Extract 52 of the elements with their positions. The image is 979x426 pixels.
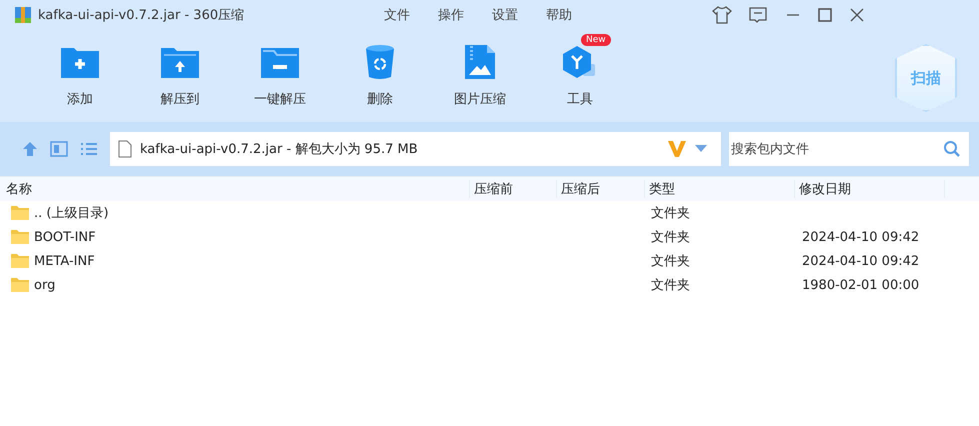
column-header[interactable]: 类型 [645,180,795,198]
folder-icon [10,277,30,293]
archive-app-icon [14,6,32,24]
file-type: 文件夹 [651,206,690,221]
file-name[interactable]: .. (上级目录) [34,204,109,222]
recycle-bin-icon[interactable] [364,44,396,80]
menu-item[interactable]: 操作 [438,6,464,24]
maximize-icon[interactable] [818,8,832,22]
file-name[interactable]: META-INF [34,254,95,268]
folder-minus-icon[interactable] [260,45,300,79]
address-text: kafka-ui-api-v0.7.2.jar - 解包大小为 95.7 MB [140,141,419,158]
panel-icon[interactable] [50,141,68,157]
folder-icon [10,205,30,221]
image-file-icon[interactable] [464,44,496,80]
column-header[interactable]: 压缩后 [557,180,645,198]
window-title: kafka-ui-api-v0.7.2.jar - 360压缩 [38,7,244,24]
menu-item[interactable]: 文件 [384,6,410,24]
column-header[interactable]: 名称 [0,180,470,198]
file-name[interactable]: BOOT-INF [34,230,96,244]
file-type: 文件夹 [651,254,690,269]
file-type: 文件夹 [651,278,690,293]
toolbar-label[interactable]: 一键解压 [254,90,306,108]
address-field[interactable]: kafka-ui-api-v0.7.2.jar - 解包大小为 95.7 MB [110,132,721,166]
toolbar-label[interactable]: 解压到 [160,90,200,108]
modified-date: 2024-04-10 09:42 [802,254,920,268]
new-badge: New [581,34,611,46]
file-type: 文件夹 [651,230,690,245]
menu-item[interactable]: 设置 [492,6,518,24]
list-view-icon[interactable] [80,141,98,157]
modified-date: 2024-04-10 09:42 [802,230,920,244]
toolbar-label[interactable]: 添加 [67,90,93,108]
folder-upload-icon[interactable] [160,45,200,79]
shirt-icon[interactable] [712,6,732,24]
column-header[interactable]: 压缩前 [470,180,557,198]
folder-icon [10,229,30,245]
v-logo-icon[interactable] [667,140,687,158]
toolbar-label[interactable]: 删除 [367,90,393,108]
file-name[interactable]: org [34,278,56,292]
toolbar-label[interactable]: 图片压缩 [454,90,506,108]
up-arrow-icon[interactable] [22,141,38,157]
file-icon [118,140,132,158]
message-icon[interactable] [748,6,768,24]
dropdown-caret-icon[interactable] [695,145,707,153]
menu-item[interactable]: 帮助 [546,6,572,24]
modified-date: 1980-02-01 00:00 [802,278,920,292]
search-icon[interactable] [943,140,961,158]
folder-icon [10,253,30,269]
close-icon[interactable] [850,8,864,22]
folder-plus-icon[interactable] [60,45,100,79]
search-field[interactable]: 搜索包内文件 [729,132,969,166]
toolbar-label[interactable]: 工具 [567,90,593,108]
column-header[interactable]: 修改日期 [795,180,945,198]
